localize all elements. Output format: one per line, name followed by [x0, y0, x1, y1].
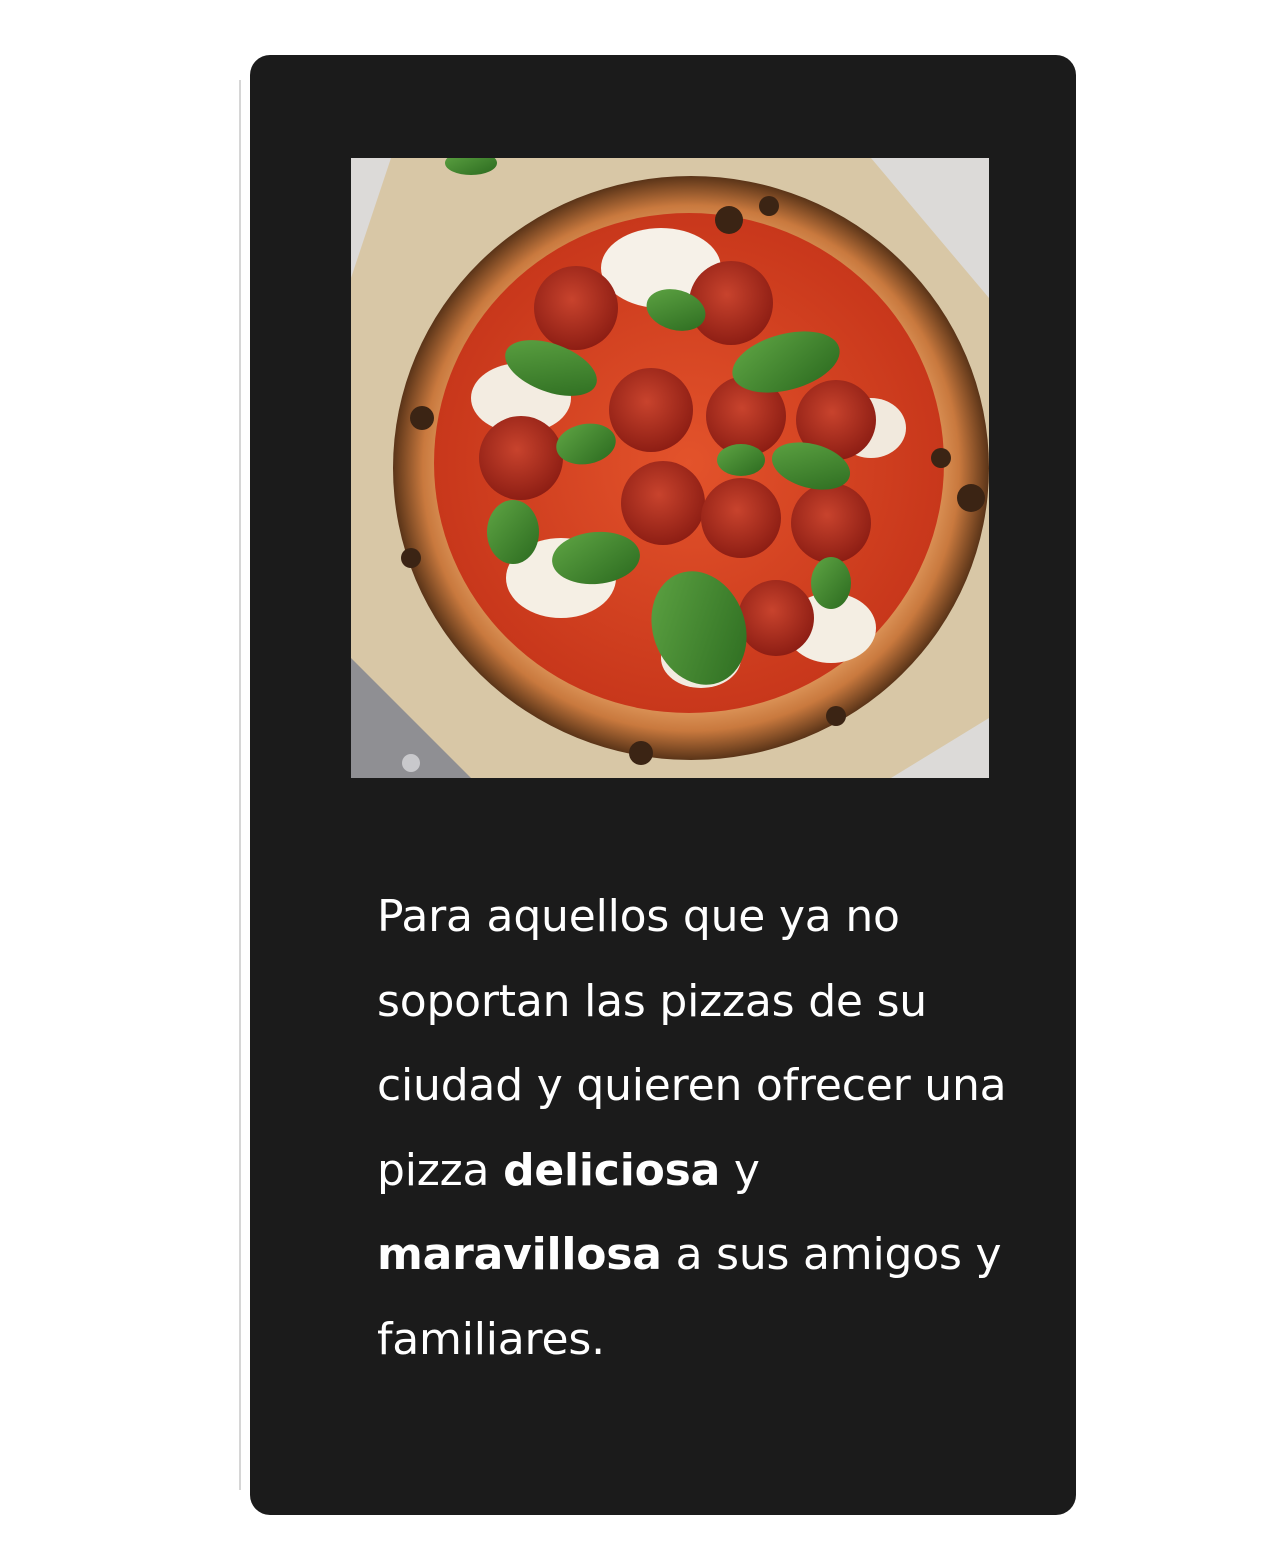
paragraph-text-2: y [733, 1144, 760, 1196]
promo-card: Para aquellos que ya no soportan las piz… [250, 55, 1076, 1515]
emphasis-deliciosa: deliciosa [503, 1144, 721, 1196]
pizza-illustration [351, 158, 989, 778]
emphasis-maravillosa: maravillosa [377, 1229, 662, 1280]
page: Para aquellos que ya no soportan las piz… [0, 0, 1284, 1552]
pizza-image [351, 158, 989, 778]
divider [239, 80, 241, 1490]
promo-paragraph: Para aquellos que ya no soportan las piz… [377, 875, 1007, 1382]
